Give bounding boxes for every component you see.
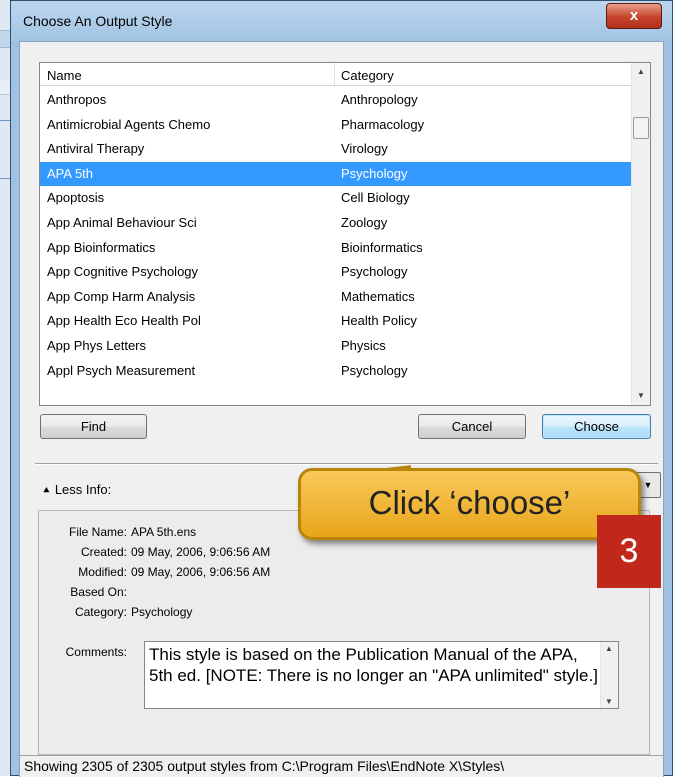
list-item[interactable]: App Phys Letters Physics: [40, 334, 633, 359]
modified-label: Modified:: [78, 565, 127, 579]
collapse-up-arrow-icon: ⯅: [42, 485, 51, 497]
cancel-button[interactable]: Cancel: [418, 414, 526, 439]
style-category: Psychology: [341, 264, 408, 280]
step-number-badge: 3: [597, 515, 661, 588]
modified-value: 09 May, 2006, 9:06:56 AM: [131, 565, 271, 579]
style-category: Bioinformatics: [341, 239, 423, 255]
comments-scroll-up-icon[interactable]: ▲: [601, 644, 617, 653]
style-category: Virology: [341, 141, 388, 157]
category-label: Category:: [74, 605, 127, 619]
less-info-toggle[interactable]: ⯅ Less Info:: [42, 482, 111, 498]
scroll-thumb[interactable]: [633, 117, 649, 139]
style-name: Antimicrobial Agents Chemo: [47, 116, 211, 132]
divider: [35, 463, 658, 465]
style-category: Health Policy: [341, 313, 417, 329]
list-item[interactable]: Antimicrobial Agents Chemo Pharmacology: [40, 113, 633, 138]
created-label: Created:: [80, 545, 127, 559]
list-scrollbar[interactable]: ▲ ▼: [631, 63, 650, 405]
style-category: Anthropology: [341, 92, 418, 107]
scroll-up-arrow-icon[interactable]: ▲: [632, 63, 650, 81]
style-category: Pharmacology: [341, 116, 425, 132]
style-name: Appl Psych Measurement: [47, 362, 196, 378]
style-name: App Animal Behaviour Sci: [47, 214, 197, 230]
list-item[interactable]: App Bioinformatics Bioinformatics: [40, 236, 633, 261]
style-name: App Health Eco Health Pol: [47, 313, 201, 329]
find-button[interactable]: Find: [40, 414, 147, 439]
close-button[interactable]: x: [606, 3, 662, 29]
style-category: Physics: [341, 337, 386, 353]
list-item[interactable]: Apoptosis Cell Biology: [40, 186, 633, 211]
style-name: App Phys Letters: [47, 337, 146, 353]
comments-scroll-down-icon[interactable]: ▼: [601, 697, 617, 706]
style-info-panel: File Name: APA 5th.ens Created: 09 May, 20…: [38, 510, 650, 755]
title-bar: Choose An Output Style x: [11, 1, 672, 41]
list-item[interactable]: App Cognitive Psychology Psychology: [40, 260, 633, 285]
dialog-title: Choose An Output Style: [23, 13, 173, 29]
list-item[interactable]: App Health Eco Health Pol Health Policy: [40, 309, 633, 334]
style-name: App Comp Harm Analysis: [47, 288, 196, 304]
style-category: Psychology: [341, 165, 408, 181]
style-name: APA 5th: [47, 165, 94, 181]
list-item[interactable]: Appl Psych Measurement Psychology: [40, 359, 633, 384]
column-header-category[interactable]: Category: [341, 68, 394, 83]
column-header-name[interactable]: Name: [47, 68, 82, 83]
style-name: App Bioinformatics: [47, 239, 156, 255]
list-header: Name Category: [40, 63, 633, 86]
style-name: Anthropos: [47, 92, 107, 107]
style-list[interactable]: Name Category Anthropos Anthropology Antim…: [39, 62, 651, 406]
choose-button[interactable]: Choose: [542, 414, 651, 439]
comments-text: This style is based on the Publication M…: [149, 645, 598, 685]
created-value: 09 May, 2006, 9:06:56 AM: [131, 545, 271, 559]
status-bar: Showing 2305 of 2305 output styles from …: [20, 755, 663, 777]
list-rows: Anthropos Anthropology Antimicrobial Agent…: [40, 88, 633, 383]
output-style-dialog: Choose An Output Style x Name Category A…: [10, 0, 673, 777]
list-item[interactable]: App Comp Harm Analysis Mathematics: [40, 285, 633, 310]
style-category: Cell Biology: [341, 190, 410, 206]
style-name: App Cognitive Psychology: [47, 264, 199, 280]
category-value: Psychology: [131, 605, 193, 619]
list-item[interactable]: APA 5th Psychology: [40, 161, 633, 187]
comments-label: Comments:: [65, 645, 127, 659]
less-info-label: Less Info:: [54, 482, 112, 497]
comments-scrollbar[interactable]: ▲ ▼: [600, 642, 618, 708]
list-item[interactable]: App Animal Behaviour Sci Zoology: [40, 211, 633, 236]
based-on-label: Based On:: [70, 585, 127, 599]
list-item[interactable]: Antiviral Therapy Virology: [40, 137, 633, 162]
comments-textarea[interactable]: This style is based on the Publication M…: [144, 641, 619, 709]
scroll-down-arrow-icon[interactable]: ▼: [632, 387, 650, 405]
file-name-value: APA 5th.ens: [131, 525, 197, 539]
dialog-client-area: Name Category Anthropos Anthropology Antim…: [19, 41, 664, 777]
style-name: Antiviral Therapy: [47, 141, 145, 157]
tutorial-callout: Click ‘choose’: [298, 468, 641, 540]
list-item[interactable]: Anthropos Anthropology: [40, 88, 633, 113]
style-category: Zoology: [341, 214, 388, 230]
style-category: Psychology: [341, 362, 408, 378]
file-name-label: File Name:: [68, 525, 127, 539]
style-category: Mathematics: [341, 288, 415, 304]
style-name: Apoptosis: [47, 190, 105, 206]
